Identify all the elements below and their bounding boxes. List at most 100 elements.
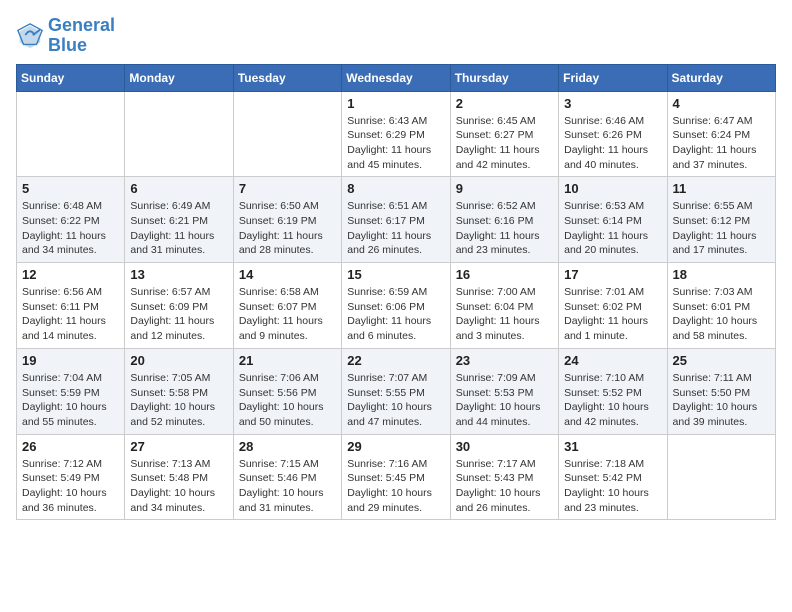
day-info: Sunrise: 7:10 AM Sunset: 5:52 PM Dayligh… (564, 371, 661, 430)
day-number: 18 (673, 267, 770, 282)
day-number: 26 (22, 439, 119, 454)
day-info: Sunrise: 6:53 AM Sunset: 6:14 PM Dayligh… (564, 199, 661, 258)
day-number: 21 (239, 353, 336, 368)
day-number: 6 (130, 181, 227, 196)
day-number: 11 (673, 181, 770, 196)
calendar-cell: 13Sunrise: 6:57 AM Sunset: 6:09 PM Dayli… (125, 263, 233, 349)
weekday-header-tuesday: Tuesday (233, 64, 341, 91)
calendar-cell: 10 Sunrise: 6:53 AM Sunset: 6:14 PM Dayli… (559, 177, 667, 263)
calendar-week-4: 19 Sunrise: 7:04 AM Sunset: 5:59 PM Dayli… (17, 348, 776, 434)
calendar-cell: 3 Sunrise: 6:46 AM Sunset: 6:26 PM Daylig… (559, 91, 667, 177)
calendar-cell: 4 Sunrise: 6:47 AM Sunset: 6:24 PM Daylig… (667, 91, 775, 177)
day-info: Sunrise: 7:18 AM Sunset: 5:42 PM Dayligh… (564, 457, 661, 516)
day-number: 9 (456, 181, 553, 196)
calendar-cell (667, 434, 775, 520)
day-number: 22 (347, 353, 444, 368)
day-number: 16 (456, 267, 553, 282)
day-number: 7 (239, 181, 336, 196)
day-number: 29 (347, 439, 444, 454)
calendar-cell: 22 Sunrise: 7:07 AM Sunset: 5:55 PM Dayli… (342, 348, 450, 434)
day-info: Sunrise: 6:55 AM Sunset: 6:12 PM Dayligh… (673, 199, 770, 258)
day-number: 1 (347, 96, 444, 111)
day-info: Sunrise: 7:09 AM Sunset: 5:53 PM Dayligh… (456, 371, 553, 430)
calendar-cell: 25 Sunrise: 7:11 AM Sunset: 5:50 PM Dayli… (667, 348, 775, 434)
calendar-week-5: 26Sunrise: 7:12 AM Sunset: 5:49 PM Dayli… (17, 434, 776, 520)
weekday-header-monday: Monday (125, 64, 233, 91)
day-info: Sunrise: 6:45 AM Sunset: 6:27 PM Dayligh… (456, 114, 553, 173)
calendar-week-1: 1 Sunrise: 6:43 AM Sunset: 6:29 PM Daylig… (17, 91, 776, 177)
day-info: Sunrise: 7:03 AM Sunset: 6:01 PM Dayligh… (673, 285, 770, 344)
day-number: 2 (456, 96, 553, 111)
day-number: 10 (564, 181, 661, 196)
weekday-header-saturday: Saturday (667, 64, 775, 91)
day-info: Sunrise: 6:51 AM Sunset: 6:17 PM Dayligh… (347, 199, 444, 258)
weekday-header-thursday: Thursday (450, 64, 558, 91)
day-info: Sunrise: 6:56 AM Sunset: 6:11 PM Dayligh… (22, 285, 119, 344)
day-number: 27 (130, 439, 227, 454)
calendar-cell: 26Sunrise: 7:12 AM Sunset: 5:49 PM Dayli… (17, 434, 125, 520)
calendar-cell: 6 Sunrise: 6:49 AM Sunset: 6:21 PM Daylig… (125, 177, 233, 263)
calendar-cell: 11 Sunrise: 6:55 AM Sunset: 6:12 PM Dayli… (667, 177, 775, 263)
weekday-header-sunday: Sunday (17, 64, 125, 91)
day-info: Sunrise: 6:58 AM Sunset: 6:07 PM Dayligh… (239, 285, 336, 344)
calendar-cell: 8 Sunrise: 6:51 AM Sunset: 6:17 PM Daylig… (342, 177, 450, 263)
weekday-header-wednesday: Wednesday (342, 64, 450, 91)
day-number: 25 (673, 353, 770, 368)
day-info: Sunrise: 6:59 AM Sunset: 6:06 PM Dayligh… (347, 285, 444, 344)
calendar-cell: 28 Sunrise: 7:15 AM Sunset: 5:46 PM Dayli… (233, 434, 341, 520)
day-info: Sunrise: 7:07 AM Sunset: 5:55 PM Dayligh… (347, 371, 444, 430)
day-number: 4 (673, 96, 770, 111)
day-number: 20 (130, 353, 227, 368)
day-number: 24 (564, 353, 661, 368)
calendar-week-2: 5Sunrise: 6:48 AM Sunset: 6:22 PM Daylig… (17, 177, 776, 263)
calendar-cell: 17Sunrise: 7:01 AM Sunset: 6:02 PM Dayli… (559, 263, 667, 349)
calendar-cell: 30Sunrise: 7:17 AM Sunset: 5:43 PM Dayli… (450, 434, 558, 520)
calendar-cell: 20 Sunrise: 7:05 AM Sunset: 5:58 PM Dayli… (125, 348, 233, 434)
day-number: 28 (239, 439, 336, 454)
day-number: 5 (22, 181, 119, 196)
day-info: Sunrise: 7:13 AM Sunset: 5:48 PM Dayligh… (130, 457, 227, 516)
day-number: 12 (22, 267, 119, 282)
calendar-cell (17, 91, 125, 177)
day-info: Sunrise: 7:16 AM Sunset: 5:45 PM Dayligh… (347, 457, 444, 516)
day-info: Sunrise: 7:05 AM Sunset: 5:58 PM Dayligh… (130, 371, 227, 430)
day-number: 8 (347, 181, 444, 196)
day-info: Sunrise: 6:46 AM Sunset: 6:26 PM Dayligh… (564, 114, 661, 173)
day-number: 3 (564, 96, 661, 111)
day-info: Sunrise: 6:50 AM Sunset: 6:19 PM Dayligh… (239, 199, 336, 258)
page-header: General Blue (16, 16, 776, 56)
calendar-cell: 2 Sunrise: 6:45 AM Sunset: 6:27 PM Daylig… (450, 91, 558, 177)
day-info: Sunrise: 7:04 AM Sunset: 5:59 PM Dayligh… (22, 371, 119, 430)
day-number: 17 (564, 267, 661, 282)
calendar-cell: 14 Sunrise: 6:58 AM Sunset: 6:07 PM Dayli… (233, 263, 341, 349)
calendar-cell: 23 Sunrise: 7:09 AM Sunset: 5:53 PM Dayli… (450, 348, 558, 434)
calendar-cell: 19 Sunrise: 7:04 AM Sunset: 5:59 PM Dayli… (17, 348, 125, 434)
day-info: Sunrise: 6:43 AM Sunset: 6:29 PM Dayligh… (347, 114, 444, 173)
day-number: 23 (456, 353, 553, 368)
calendar-header: SundayMondayTuesdayWednesdayThursdayFrid… (17, 64, 776, 91)
calendar-cell (125, 91, 233, 177)
day-info: Sunrise: 6:49 AM Sunset: 6:21 PM Dayligh… (130, 199, 227, 258)
day-info: Sunrise: 7:15 AM Sunset: 5:46 PM Dayligh… (239, 457, 336, 516)
day-info: Sunrise: 6:57 AM Sunset: 6:09 PM Dayligh… (130, 285, 227, 344)
calendar-cell: 12 Sunrise: 6:56 AM Sunset: 6:11 PM Dayli… (17, 263, 125, 349)
calendar-cell: 27 Sunrise: 7:13 AM Sunset: 5:48 PM Dayli… (125, 434, 233, 520)
logo-text: General Blue (48, 16, 115, 56)
day-info: Sunrise: 7:06 AM Sunset: 5:56 PM Dayligh… (239, 371, 336, 430)
calendar-cell: 15Sunrise: 6:59 AM Sunset: 6:06 PM Dayli… (342, 263, 450, 349)
logo-icon (16, 22, 44, 50)
calendar-cell: 21 Sunrise: 7:06 AM Sunset: 5:56 PM Dayli… (233, 348, 341, 434)
weekday-header-friday: Friday (559, 64, 667, 91)
day-info: Sunrise: 6:52 AM Sunset: 6:16 PM Dayligh… (456, 199, 553, 258)
day-info: Sunrise: 7:11 AM Sunset: 5:50 PM Dayligh… (673, 371, 770, 430)
day-info: Sunrise: 6:47 AM Sunset: 6:24 PM Dayligh… (673, 114, 770, 173)
day-number: 14 (239, 267, 336, 282)
day-info: Sunrise: 7:00 AM Sunset: 6:04 PM Dayligh… (456, 285, 553, 344)
calendar-cell: 5Sunrise: 6:48 AM Sunset: 6:22 PM Daylig… (17, 177, 125, 263)
calendar-cell: 29 Sunrise: 7:16 AM Sunset: 5:45 PM Dayli… (342, 434, 450, 520)
calendar-week-3: 12 Sunrise: 6:56 AM Sunset: 6:11 PM Dayli… (17, 263, 776, 349)
day-number: 19 (22, 353, 119, 368)
calendar-cell (233, 91, 341, 177)
calendar-cell: 1 Sunrise: 6:43 AM Sunset: 6:29 PM Daylig… (342, 91, 450, 177)
calendar-cell: 18 Sunrise: 7:03 AM Sunset: 6:01 PM Dayli… (667, 263, 775, 349)
